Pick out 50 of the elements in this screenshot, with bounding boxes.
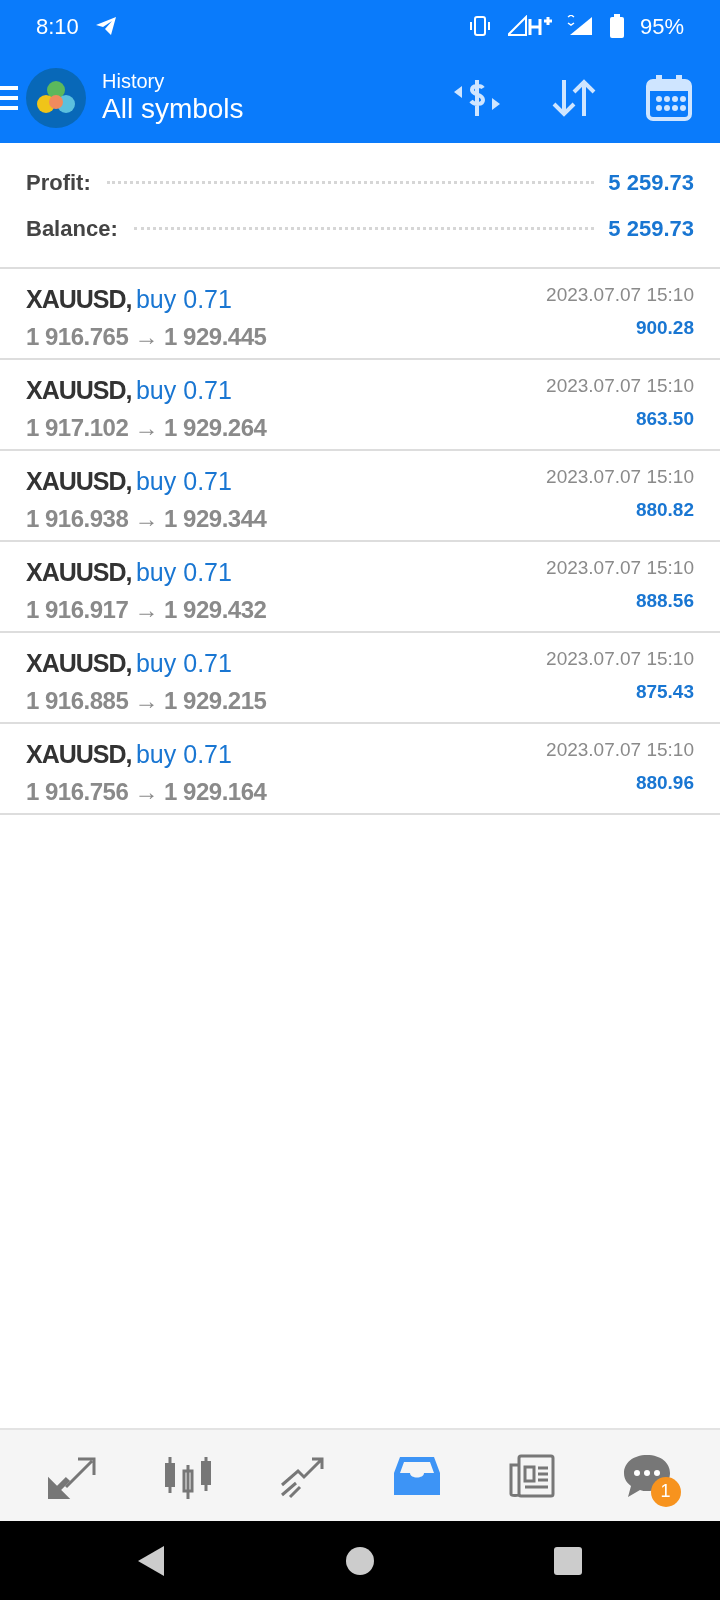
- deal-profit: 900.28: [635, 315, 694, 340]
- deal-profit: 880.82: [635, 497, 694, 522]
- home-icon[interactable]: [346, 1546, 374, 1575]
- deal-order: buy 0.71: [135, 467, 232, 495]
- deal-order: buy 0.71: [135, 740, 232, 768]
- deal-time: 2023.07.07 15:10: [546, 738, 694, 762]
- deal-prices: 1 916.756 → 1 929.164: [26, 776, 267, 807]
- deal-prices: 1 916.917 → 1 929.432: [26, 594, 267, 625]
- menu-icon[interactable]: [0, 84, 18, 111]
- deal-prices: 1 917.102 → 1 929.264: [26, 412, 267, 443]
- deal-symbol: XAUUSD,: [26, 376, 132, 404]
- deal-order: buy 0.71: [135, 376, 232, 404]
- deal-time: 2023.07.07 15:10: [546, 465, 694, 489]
- signal-icon: [565, 15, 594, 37]
- deal-prices: 1 916.938 → 1 929.344: [26, 503, 267, 534]
- notification-badge: 1: [650, 1476, 681, 1507]
- deal-order: buy 0.71: [135, 649, 232, 677]
- vibrate-icon: [467, 15, 492, 37]
- deal-profit: 875.43: [635, 679, 694, 704]
- summary-label: Profit:: [26, 168, 91, 197]
- deal-profit: 863.50: [635, 406, 694, 431]
- deal-time: 2023.07.07 15:10: [546, 647, 694, 671]
- recents-icon[interactable]: [554, 1546, 582, 1575]
- paper-plane-icon: [94, 16, 117, 36]
- screen-title: History: [102, 69, 166, 92]
- battery-icon: [609, 14, 624, 38]
- deal-profit: 880.96: [635, 770, 694, 795]
- deal-order: buy 0.71: [135, 558, 232, 586]
- deal-time: 2023.07.07 15:10: [546, 374, 694, 398]
- app-logo-icon: [26, 67, 86, 128]
- summary-value: 5 259.73: [608, 214, 694, 243]
- deal-symbol: XAUUSD,: [26, 285, 132, 313]
- deal-prices: 1 916.885 → 1 929.215: [26, 685, 267, 716]
- deal-profit: 888.56: [635, 588, 694, 613]
- nav-tab[interactable]: 1: [606, 1440, 687, 1511]
- battery-percent: 95%: [639, 12, 684, 41]
- deal-symbol: XAUUSD,: [26, 740, 132, 768]
- deal-order: buy 0.71: [135, 285, 232, 313]
- deal-prices: 1 916.765 → 1 929.445: [26, 321, 267, 352]
- back-icon[interactable]: [138, 1545, 166, 1576]
- clock-time: 8:10: [36, 12, 79, 41]
- deal-symbol: XAUUSD,: [26, 649, 132, 677]
- symbol-filter[interactable]: All symbols: [102, 91, 244, 126]
- deal-time: 2023.07.07 15:10: [546, 556, 694, 580]
- summary-label: Balance:: [26, 214, 118, 243]
- summary-value: 5 259.73: [608, 168, 694, 197]
- calendar-icon[interactable]: [646, 74, 692, 121]
- deal-symbol: XAUUSD,: [26, 467, 132, 495]
- deal-time: 2023.07.07 15:10: [546, 283, 694, 307]
- deal-symbol: XAUUSD,: [26, 558, 132, 586]
